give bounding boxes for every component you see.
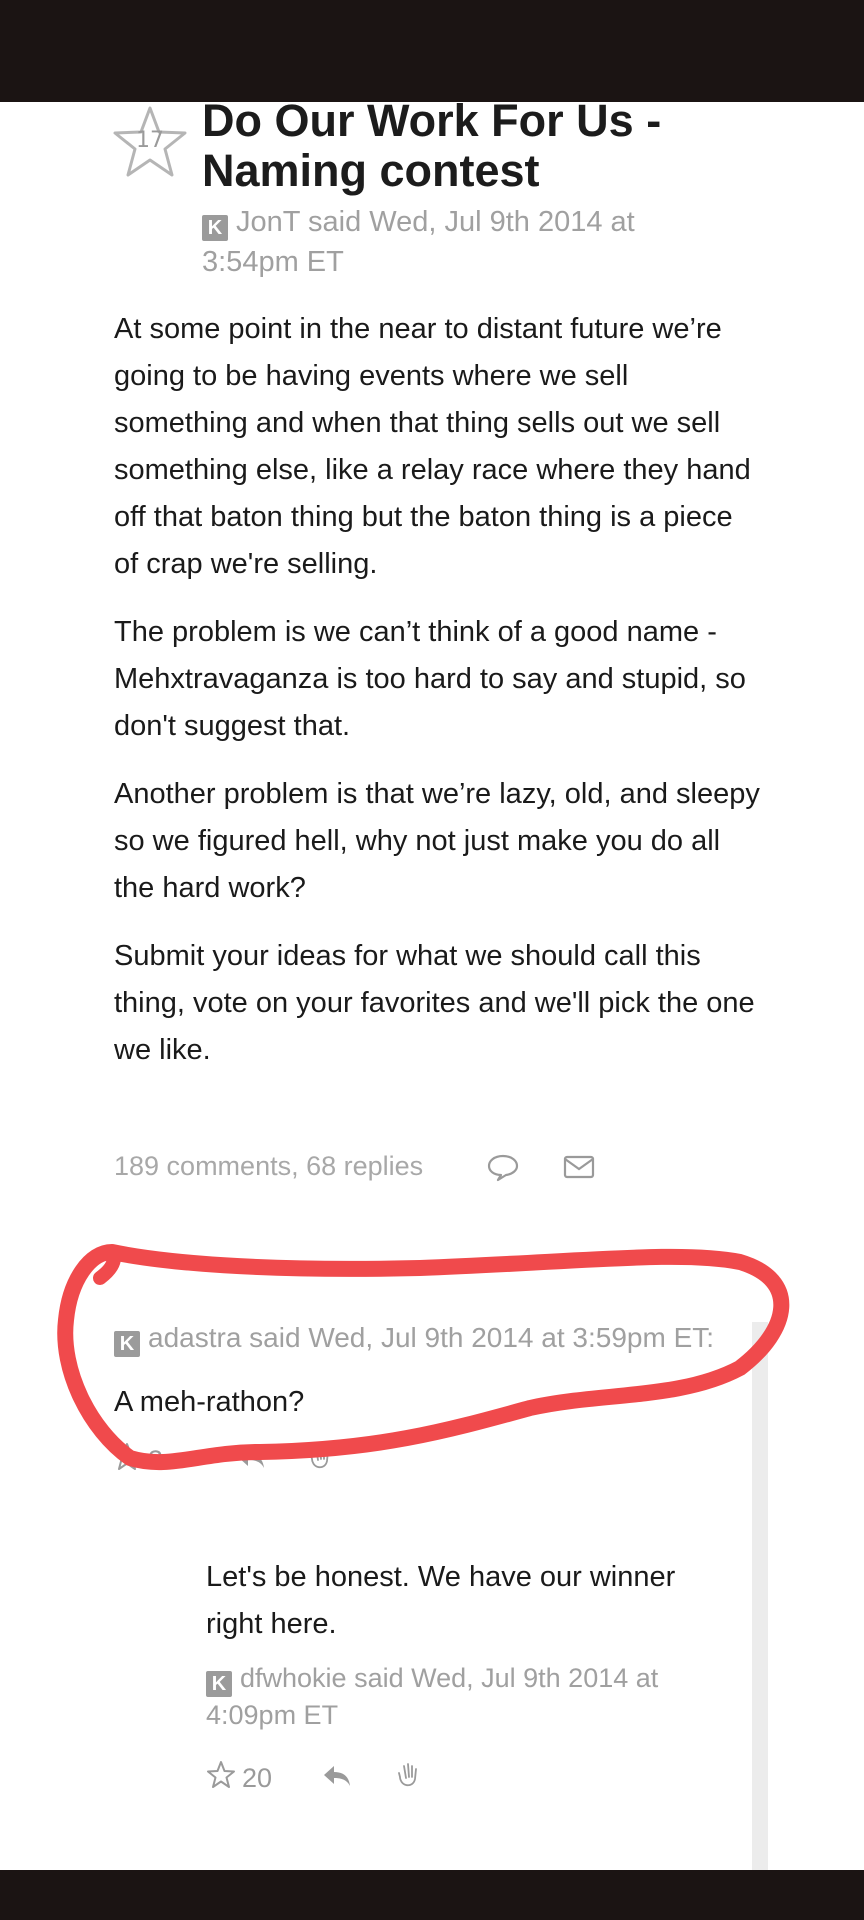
post-paragraph: Another problem is that we’re lazy, old,… [114, 778, 760, 904]
reply-star-count: 20 [242, 1763, 273, 1793]
thread-rail [752, 1322, 768, 1870]
post-star-badge[interactable]: 17 [112, 104, 188, 180]
star-icon[interactable] [206, 1760, 236, 1790]
user-badge-icon: K [206, 1671, 232, 1697]
post-meta-text[interactable]: JonT said Wed, Jul 9th 2014 at 3:54pm ET [202, 206, 635, 278]
comment-meta-text[interactable]: adastra said Wed, Jul 9th 2014 at 3:59pm… [148, 1322, 714, 1353]
post-paragraph: At some point in the near to distant fut… [114, 313, 751, 580]
post-paragraph: The problem is we can’t think of a good … [114, 616, 746, 742]
reply-actions: 20 [206, 1760, 446, 1796]
reply-icon[interactable] [320, 1760, 354, 1790]
comment-bubble-icon[interactable] [486, 1152, 520, 1182]
post-meta: K JonT said Wed, Jul 9th 2014 at 3:54pm E… [202, 202, 722, 282]
user-badge-icon: K [202, 215, 228, 241]
comment-actions: 3 [112, 1442, 352, 1478]
post-star-count: 17 [136, 128, 164, 153]
comment-stats[interactable]: 189 comments, 68 replies [114, 1146, 423, 1186]
reply-icon[interactable] [234, 1442, 268, 1472]
star-icon[interactable] [112, 1442, 142, 1472]
flag-hand-icon[interactable] [308, 1442, 334, 1472]
mail-icon[interactable] [562, 1152, 596, 1182]
reply-text: Let's be honest. We have our winner righ… [206, 1561, 676, 1640]
post-paragraph: Submit your ideas for what we should cal… [114, 940, 755, 1066]
comment-text: A meh-rathon? [114, 1386, 305, 1418]
top-status-bar [0, 0, 864, 102]
post-body: At some point in the near to distant fut… [114, 306, 764, 1095]
flag-hand-icon[interactable] [396, 1760, 422, 1790]
user-badge-icon: K [114, 1331, 140, 1357]
comment-meta: Kadastra said Wed, Jul 9th 2014 at 3:59p… [114, 1318, 714, 1358]
post-title[interactable]: Do Our Work For Us - Naming contest [202, 96, 762, 196]
bottom-nav-bar [0, 1870, 864, 1920]
comment-star-count: 3 [148, 1445, 164, 1475]
reply-meta-text[interactable]: dfwhokie said Wed, Jul 9th 2014 at 4:09p… [206, 1663, 658, 1730]
reply-meta: Kdfwhokie said Wed, Jul 9th 2014 at 4:09… [206, 1660, 726, 1733]
